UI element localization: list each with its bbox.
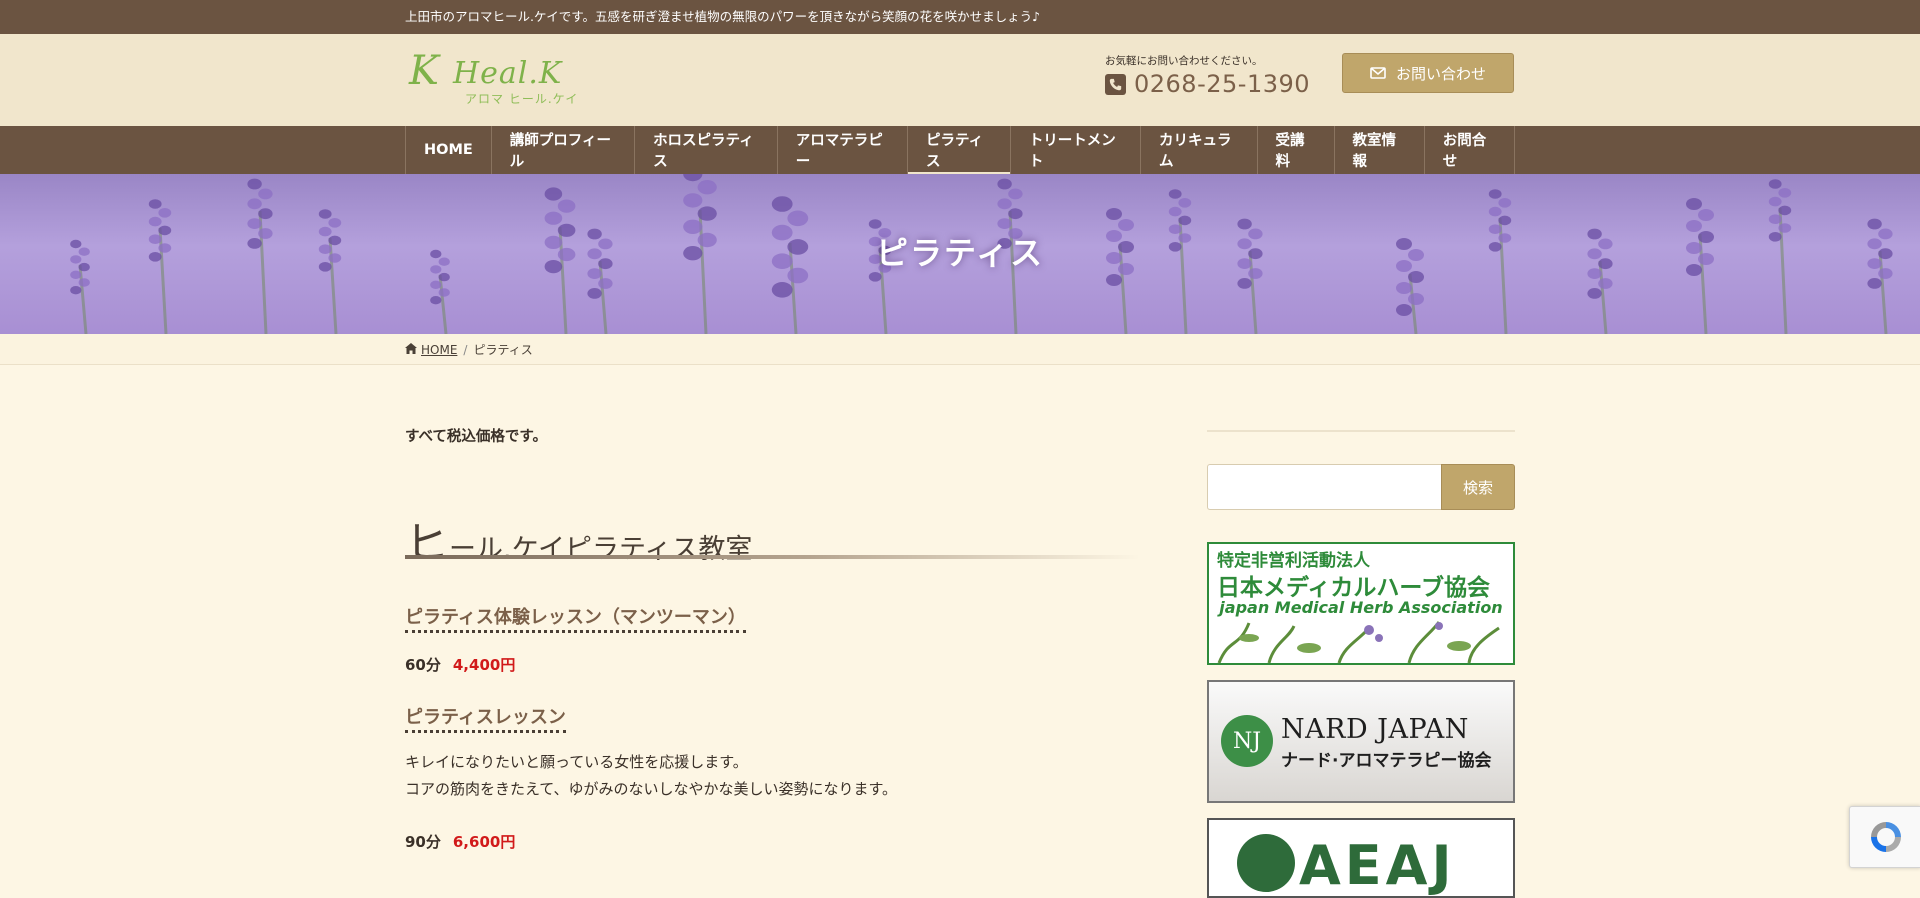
logo-initial: K xyxy=(409,48,439,94)
nav-item[interactable]: ピラティス xyxy=(908,126,1011,174)
contact-button[interactable]: お問い合わせ xyxy=(1342,53,1514,93)
pilates-lesson-description: キレイになりたいと願っている女性を応援します。 コアの筋肉をきたえて、ゆがみのな… xyxy=(405,749,897,803)
trial-lesson-heading: ピラティス体験レッスン（マンツーマン） xyxy=(405,603,746,633)
recaptcha-icon xyxy=(1870,822,1901,852)
sidebar: 検索 特定非営利活動法人 日本メディカルハーブ協会 japan Medical … xyxy=(1207,430,1515,898)
pilates-lesson-heading: ピラティスレッスン xyxy=(405,703,566,733)
logo-kana: アロマ ヒール.ケイ xyxy=(465,92,579,106)
banner3-text: AEAJ xyxy=(1299,834,1456,897)
page-hero: ピラティス xyxy=(0,174,1920,334)
home-icon xyxy=(405,342,417,357)
section-heading-first-char: ヒ xyxy=(405,518,449,569)
trial-lesson-duration: 60分 xyxy=(405,656,441,674)
banner1-line3: japan Medical Herb Association xyxy=(1219,598,1503,617)
nav-item[interactable]: トリートメント xyxy=(1011,126,1142,174)
pilates-lesson-price: 6,600円 xyxy=(452,833,516,851)
nav-item[interactable]: 教室情報 xyxy=(1335,126,1425,174)
page-title: ピラティス xyxy=(875,234,1045,272)
site-logo[interactable]: K Heal.K アロマ ヒール.ケイ xyxy=(409,48,589,108)
aeaj-banner[interactable]: AEAJ xyxy=(1207,818,1515,898)
pilates-lesson-desc-line1: キレイになりたいと願っている女性を応援します。 xyxy=(405,753,748,771)
medical-herb-association-banner[interactable]: 特定非営利活動法人 日本メディカルハーブ協会 japan Medical Her… xyxy=(1207,542,1515,665)
herb-illustration xyxy=(1217,621,1500,663)
nav-item[interactable]: アロマテラピー xyxy=(778,126,909,174)
breadcrumb: HOME / ピラティス xyxy=(405,334,1515,358)
phone-number-text: 0268-25-1390 xyxy=(1134,70,1311,98)
recaptcha-badge[interactable] xyxy=(1849,806,1920,868)
aeaj-logo-mark xyxy=(1237,834,1295,892)
banner1-line2: 日本メディカルハーブ協会 xyxy=(1217,575,1491,601)
breadcrumb-bar: HOME / ピラティス xyxy=(0,334,1920,365)
nard-japan-banner[interactable]: NJ NARD JAPAN ナード·アロマテラピー協会 xyxy=(1207,680,1515,803)
site-tagline: 上田市のアロマヒール.ケイです。五感を研ぎ澄ませ植物の無限のパワーを頂きながら笑… xyxy=(405,9,1041,24)
pilates-lesson-desc-line2: コアの筋肉をきたえて、ゆがみのないしなやかな美しい姿勢になります。 xyxy=(405,780,898,798)
phone-icon xyxy=(1105,73,1126,95)
search-form: 検索 xyxy=(1207,464,1515,510)
section-heading-rest: ール.ケイピラティス教室 xyxy=(449,534,753,565)
banner2-line1: NARD JAPAN xyxy=(1281,714,1469,745)
global-nav: HOME 講師プロフィール ホロスピラティス アロマテラピー ピラティス トリートメントカ… xyxy=(0,126,1920,174)
trial-lesson-price-row: 60分 4,400円 xyxy=(405,654,515,675)
nav-item[interactable]: カリキュラム xyxy=(1141,126,1258,174)
tax-note: すべて税込価格です。 xyxy=(405,429,547,445)
nav-item[interactable]: HOME xyxy=(406,126,492,174)
breadcrumb-current: ピラティス xyxy=(473,343,533,357)
contact-button-label: お問い合わせ xyxy=(1395,64,1486,83)
mail-icon xyxy=(1370,67,1386,79)
logo-word: Heal.K xyxy=(453,56,563,91)
nav-item[interactable]: 講師プロフィール xyxy=(492,126,636,174)
breadcrumb-separator: / xyxy=(463,342,468,357)
sidebar-divider xyxy=(1207,430,1515,432)
section-heading: ヒール.ケイピラティス教室 xyxy=(405,507,1140,569)
search-button[interactable]: 検索 xyxy=(1441,464,1515,510)
search-input[interactable] xyxy=(1207,464,1441,510)
site-header: K Heal.K アロマ ヒール.ケイ お気軽にお問い合わせください。 0268… xyxy=(0,34,1920,126)
banner2-line2: ナード·アロマテラピー協会 xyxy=(1281,751,1492,771)
nav-item[interactable]: ホロスピラティス xyxy=(635,126,778,174)
section-heading-rule xyxy=(405,555,1140,559)
top-bar: 上田市のアロマヒール.ケイです。五感を研ぎ澄ませ植物の無限のパワーを頂きながら笑… xyxy=(0,0,1920,34)
header-contact-info: お気軽にお問い合わせください。 0268-25-1390 xyxy=(1105,53,1310,98)
pilates-lesson-duration: 90分 xyxy=(405,833,441,851)
nav-item[interactable]: お問合せ xyxy=(1425,126,1516,174)
trial-lesson-price: 4,400円 xyxy=(452,656,516,674)
contact-note: お気軽にお問い合わせください。 xyxy=(1105,55,1263,67)
nav-list: HOME 講師プロフィール ホロスピラティス アロマテラピー ピラティス トリートメントカ… xyxy=(405,126,1516,174)
nard-japan-logo-mark: NJ xyxy=(1221,715,1273,767)
nav-item[interactable]: 受講料 xyxy=(1258,126,1335,174)
breadcrumb-home-link[interactable]: HOME xyxy=(421,343,457,357)
phone-number[interactable]: 0268-25-1390 xyxy=(1105,70,1310,98)
pilates-lesson-price-row: 90分 6,600円 xyxy=(405,831,515,852)
